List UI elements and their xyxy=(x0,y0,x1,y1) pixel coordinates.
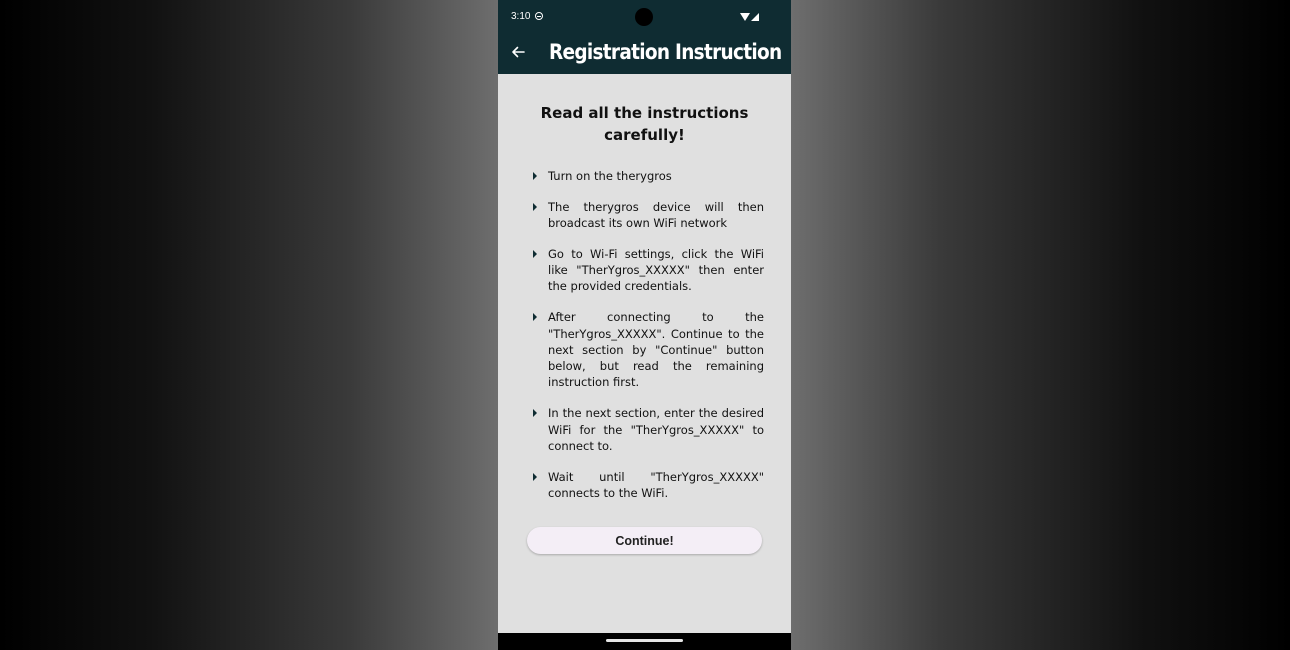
continue-button[interactable]: Continue! xyxy=(527,527,762,554)
instructions-content: Read all the instructions carefully! Tur… xyxy=(498,74,791,633)
list-item: Go to Wi-Fi settings, click the WiFi lik… xyxy=(528,246,764,295)
list-item: Turn on the therygros xyxy=(528,168,764,184)
list-item: In the next section, enter the desired W… xyxy=(528,405,764,454)
instruction-text: Wait until "TherYgros_XXXXX" connects to… xyxy=(548,469,764,500)
instruction-text: Turn on the therygros xyxy=(548,169,672,183)
app-bar: Registration Instruction xyxy=(498,34,791,74)
bullet-arrow-icon xyxy=(533,172,537,180)
bullet-arrow-icon xyxy=(533,249,537,258)
camera-cutout xyxy=(635,8,653,26)
instruction-text: Go to Wi-Fi settings, click the WiFi lik… xyxy=(548,246,764,294)
bullet-arrow-icon xyxy=(533,472,537,481)
bullet-arrow-icon xyxy=(533,313,537,322)
status-bar: 3:10 xyxy=(498,0,791,34)
instruction-text: In the next section, enter the desired W… xyxy=(548,406,764,453)
home-indicator[interactable] xyxy=(606,639,683,642)
phone-screen: 3:10 Registration Instruction Read all t… xyxy=(498,0,791,650)
instructions-list: Turn on the therygros The therygros devi… xyxy=(528,168,764,516)
status-time: 3:10 xyxy=(511,11,531,22)
navigation-bar xyxy=(498,633,791,650)
instructions-heading: Read all the instructions carefully! xyxy=(540,104,749,144)
signal-icon xyxy=(751,13,759,21)
instruction-text: The therygros device will then broadcast… xyxy=(548,199,764,231)
bullet-arrow-icon xyxy=(533,409,537,418)
do-not-disturb-icon xyxy=(535,12,543,20)
instruction-text: After connecting to the "TherYgros_XXXXX… xyxy=(548,310,764,390)
list-item: The therygros device will then broadcast… xyxy=(528,199,764,232)
arrow-left-icon[interactable] xyxy=(510,44,526,60)
list-item: Wait until "TherYgros_XXXXX" connects to… xyxy=(528,469,764,502)
wifi-icon xyxy=(740,13,750,21)
list-item: After connecting to the "TherYgros_XXXXX… xyxy=(528,309,764,390)
bullet-arrow-icon xyxy=(533,202,537,211)
page-title: Registration Instruction xyxy=(549,40,782,64)
